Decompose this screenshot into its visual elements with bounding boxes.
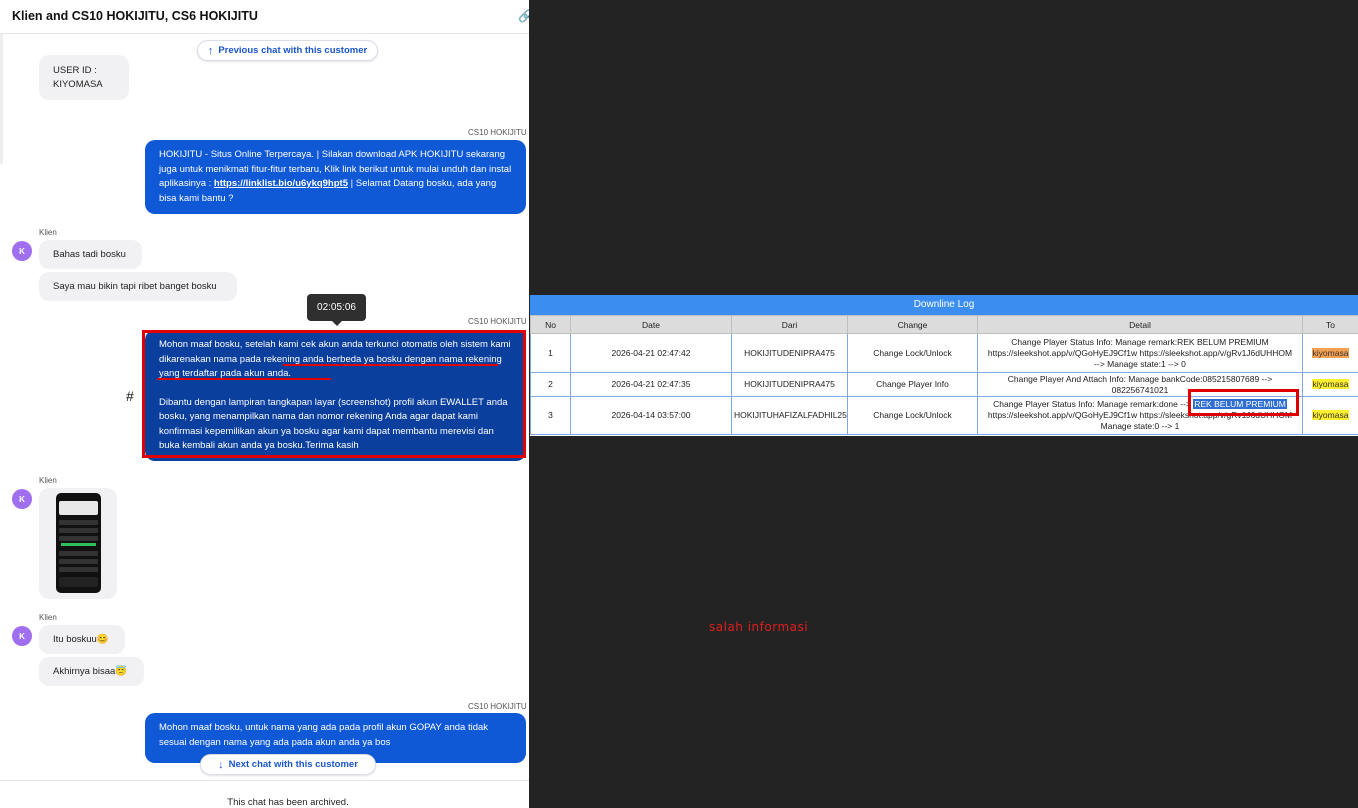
hash-mark: #	[126, 388, 134, 404]
chat-panel: Klien and CS10 HOKIJITU, CS6 HOKIJITU 🔗 …	[0, 0, 529, 808]
client-message: Itu boskuu😊	[39, 625, 125, 654]
cell-date: 2026-04-21 02:47:35	[570, 372, 732, 397]
arrow-up-icon: ↑	[207, 44, 214, 57]
archived-notice: This chat has been archived.	[227, 797, 349, 808]
cell-to: kiyomasa	[1302, 396, 1358, 435]
column-header: Detail	[977, 315, 1303, 334]
table-row: 1 2026-04-21 02:47:42 HOKIJITUDENIPRA475…	[530, 333, 1358, 373]
link-icon[interactable]: 🔗	[518, 9, 529, 23]
sender-client: Klien	[39, 476, 57, 485]
to-value: kiyomasa	[1311, 347, 1350, 358]
column-header: Dari	[731, 315, 848, 334]
cell-detail: Change Player Status Info: Manage remark…	[977, 333, 1303, 373]
column-header: Date	[570, 315, 732, 334]
screenshot-row	[59, 559, 98, 564]
next-chat-button[interactable]: ↓ Next chat with this customer	[200, 754, 376, 775]
column-header: Change	[847, 315, 978, 334]
cell-no: 1	[530, 333, 571, 373]
column-header: To	[1302, 315, 1358, 334]
client-avatar: K	[12, 626, 32, 646]
client-message: Saya mau bikin tapi ribet banget bosku	[39, 272, 237, 301]
screenshot-accent	[61, 543, 96, 546]
to-value: kiyomasa	[1311, 410, 1350, 420]
red-underline	[157, 378, 331, 380]
cell-change: Change Lock/Unlock	[847, 396, 978, 435]
client-message: Bahas tadi bosku	[39, 240, 142, 269]
apk-download-link[interactable]: https://linklist.bio/u6ykq9hpt5	[214, 178, 348, 189]
cell-no: 3	[530, 396, 571, 435]
detail-line: https://sleekshot.app/v/QGoHyEJ9Cf1w htt…	[987, 347, 1293, 358]
log-title: Downline Log	[530, 295, 1358, 315]
cell-dari: HOKIJITUDENIPRA475	[731, 333, 848, 373]
red-annotation-box	[1188, 389, 1299, 416]
cell-date: 2026-04-14 03:57:00	[570, 396, 732, 435]
detail-line: Change Player And Attach Info: Manage ba…	[1007, 373, 1273, 384]
client-avatar: K	[12, 241, 32, 261]
chat-title: Klien and CS10 HOKIJITU, CS6 HOKIJITU	[12, 9, 258, 23]
timestamp-tooltip: 02:05:06	[307, 294, 366, 326]
user-id-message: USER ID : KIYOMASA	[39, 55, 129, 100]
user-id-value: KIYOMASA	[53, 78, 103, 90]
sender-client: Klien	[39, 613, 57, 622]
screenshot-row	[59, 528, 98, 533]
screenshot-header	[59, 501, 98, 515]
to-value: kiyomasa	[1311, 379, 1350, 389]
detail-line: Manage state:0 --> 1	[1100, 421, 1180, 431]
sender-agent: CS10 HOKIJITU	[468, 128, 527, 137]
screenshot-thumbnail[interactable]	[56, 493, 101, 593]
sender-agent: CS10 HOKIJITU	[468, 317, 527, 326]
cell-to: kiyomasa	[1302, 372, 1358, 397]
screenshot-row	[59, 551, 98, 556]
cell-change: Change Lock/Unlock	[847, 333, 978, 373]
sender-client: Klien	[39, 228, 57, 237]
annotation-text: salah informasi	[709, 620, 809, 634]
user-id-label: USER ID :	[53, 64, 97, 76]
client-message: Akhirnya bisaa😇	[39, 657, 144, 686]
red-underline	[283, 364, 498, 366]
agent-message: HOKIJITU - Situs Online Terpercaya. | Si…	[145, 140, 526, 214]
client-avatar: K	[12, 489, 32, 509]
cell-to: kiyomasa	[1302, 333, 1358, 373]
previous-chat-label: Previous chat with this customer	[218, 45, 368, 56]
log-table: No Date Dari Change Detail To 1 2026-04-…	[530, 315, 1358, 435]
detail-text: Change Player Status Info: Manage remark…	[993, 399, 1191, 409]
previous-chat-button[interactable]: ↑ Previous chat with this customer	[197, 40, 378, 61]
screenshot-nav	[59, 577, 98, 587]
cell-dari: HOKIJITUDENIPRA475	[731, 372, 848, 397]
chat-footer: This chat has been archived.	[0, 780, 529, 808]
column-header: No	[530, 315, 571, 334]
cell-change: Change Player Info	[847, 372, 978, 397]
next-chat-label: Next chat with this customer	[228, 759, 358, 770]
sender-agent: CS10 HOKIJITU	[468, 702, 527, 711]
screenshot-row	[59, 567, 98, 572]
client-image-message[interactable]	[39, 488, 117, 599]
screenshot-row	[59, 520, 98, 525]
cell-no: 2	[530, 372, 571, 397]
detail-line: --> Manage state:1 --> 0	[1094, 358, 1186, 369]
log-header-row: No Date Dari Change Detail To	[530, 315, 1358, 334]
cell-dari: HOKIJITUHAFIZALFADHIL25	[731, 396, 848, 435]
cell-date: 2026-04-21 02:47:42	[570, 333, 732, 373]
detail-line: Change Player Status Info: Manage remark…	[1011, 336, 1269, 347]
chat-header: Klien and CS10 HOKIJITU, CS6 HOKIJITU 🔗	[0, 0, 529, 34]
arrow-down-icon: ↓	[218, 758, 224, 771]
screenshot-row	[59, 536, 98, 541]
red-annotation-box	[142, 330, 526, 458]
scroll-strip	[0, 34, 3, 164]
